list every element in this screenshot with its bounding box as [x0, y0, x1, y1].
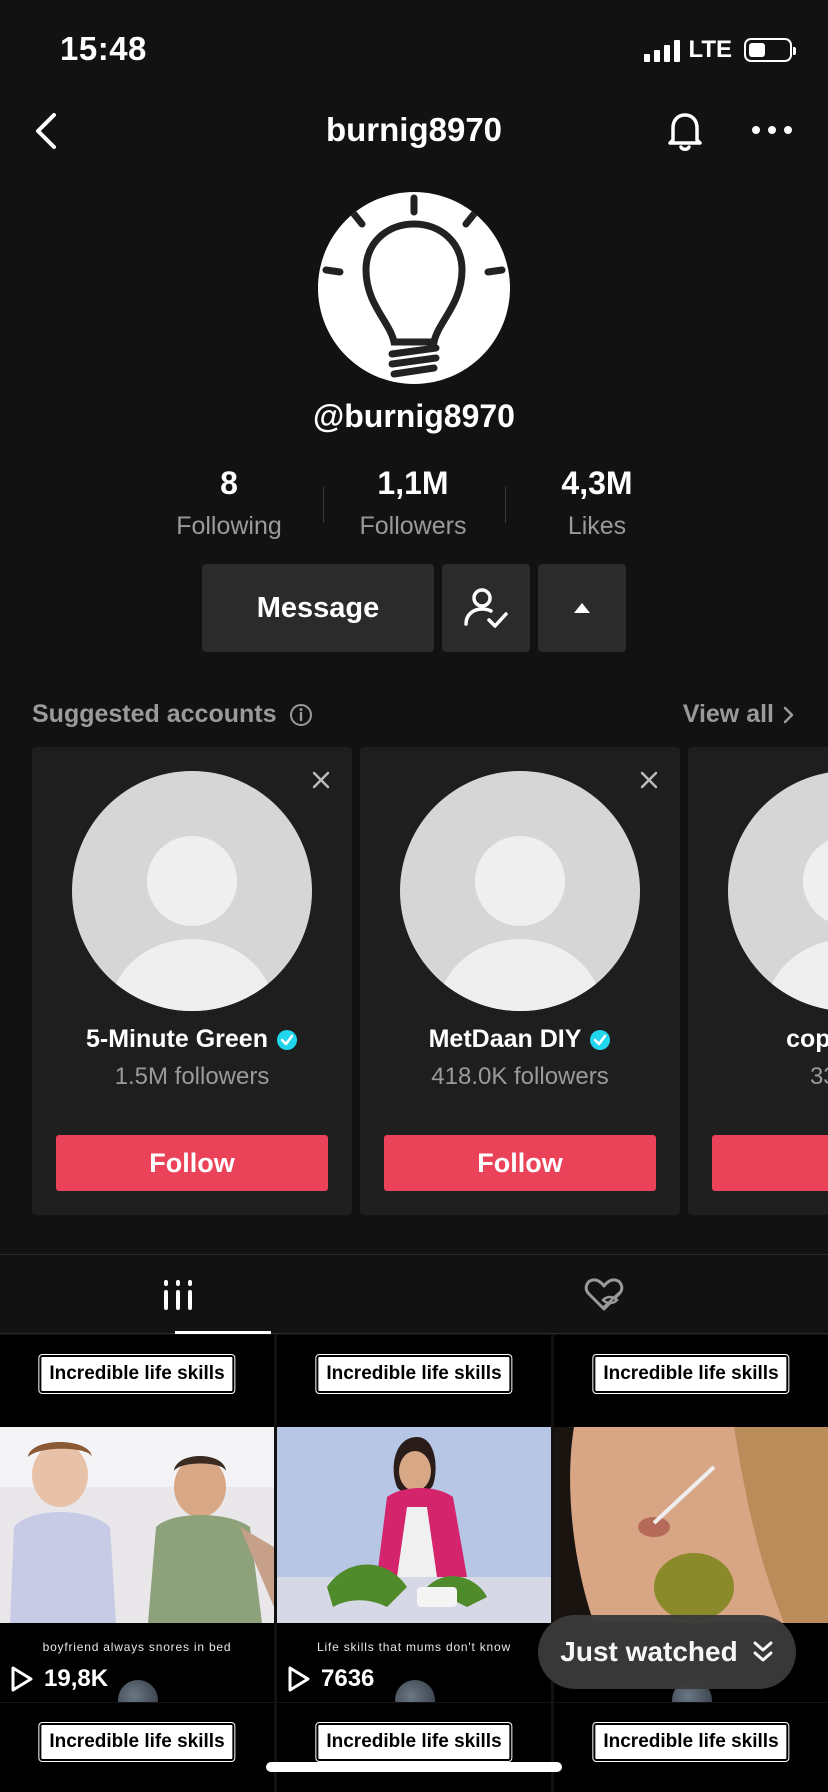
caret-up-icon: [574, 603, 590, 613]
status-indicators: LTE: [644, 36, 796, 64]
video-caption: boyfriend always snores in bed: [42, 1640, 232, 1654]
bell-icon[interactable]: [662, 107, 708, 153]
video-thumbnail[interactable]: Incredible life skills Life skills that …: [277, 1335, 551, 1702]
signal-icon: [644, 38, 681, 62]
profile-avatar[interactable]: [318, 192, 510, 384]
following-button[interactable]: [442, 564, 530, 652]
account-followers: 1.5M followers: [114, 1063, 270, 1090]
stat-label: Followers: [359, 512, 467, 540]
account-name-text: copy.💟.m: [786, 1025, 828, 1053]
double-chevron-down-icon: [753, 1641, 773, 1662]
video-thumbnail[interactable]: Incredible life skills: [554, 1703, 828, 1792]
default-avatar-icon: [438, 836, 602, 1011]
suggested-account-card[interactable]: MetDaan DIY 418.0K followers Follow: [360, 747, 680, 1215]
profile-actions: Message: [0, 564, 828, 652]
video-title-label: Incredible life skills: [38, 1354, 236, 1394]
avatar[interactable]: [400, 771, 640, 1011]
stat-value: 1,1M: [377, 465, 449, 501]
profile-header: burnig8970: [0, 95, 828, 167]
info-icon[interactable]: [289, 703, 313, 727]
battery-icon: [744, 38, 796, 62]
status-time: 15:48: [60, 30, 147, 67]
stat-likes[interactable]: 4,3M Likes: [512, 465, 682, 541]
video-title-label: Incredible life skills: [592, 1722, 790, 1762]
avatar[interactable]: [72, 771, 312, 1011]
account-name: copy.💟.m: [688, 1025, 828, 1054]
video-title-label: Incredible life skills: [315, 1722, 513, 1762]
video-preview-image: [554, 1427, 828, 1623]
chevron-right-icon: [783, 706, 794, 723]
suggested-toggle-button[interactable]: [538, 564, 626, 652]
stat-label: Likes: [567, 512, 627, 540]
video-title-label: Incredible life skills: [592, 1354, 790, 1394]
message-button[interactable]: Message: [202, 564, 434, 652]
tab-liked-private[interactable]: [514, 1255, 694, 1335]
stat-divider: [323, 487, 324, 523]
suggested-accounts-title: Suggested accounts: [32, 700, 313, 729]
play-icon: [288, 1666, 310, 1692]
account-name: 5-Minute Green: [32, 1025, 352, 1054]
default-avatar-icon: [766, 840, 828, 1011]
default-avatar-icon: [110, 836, 274, 1011]
video-thumbnail[interactable]: Incredible life skills: [277, 1703, 551, 1792]
suggested-account-card[interactable]: 5-Minute Green 1.5M followers Follow: [32, 747, 352, 1215]
more-options-icon[interactable]: [748, 107, 796, 153]
profile-handle: @burnig8970: [313, 398, 515, 434]
just-watched-button[interactable]: Just watched: [538, 1615, 796, 1689]
active-tab-indicator: [175, 1331, 271, 1334]
user-check-icon: [464, 588, 508, 628]
profile-tabs: [0, 1254, 828, 1334]
account-followers: 418.0K followers: [431, 1063, 609, 1090]
play-icon: [11, 1666, 33, 1692]
account-name: MetDaan DIY: [360, 1025, 680, 1054]
verified-badge-icon: [590, 1029, 611, 1050]
stat-value: 4,3M: [561, 465, 633, 501]
lightbulb-icon: [322, 194, 506, 378]
follow-button[interactable]: Fo: [712, 1135, 828, 1191]
video-title-label: Incredible life skills: [315, 1354, 513, 1394]
stat-label: Following: [176, 512, 282, 540]
video-preview-image: [0, 1427, 274, 1623]
dismiss-icon[interactable]: [310, 769, 332, 791]
video-thumbnail[interactable]: Incredible life skills: [0, 1703, 274, 1792]
avatar[interactable]: [728, 771, 828, 1011]
video-preview-image: [277, 1427, 551, 1623]
heart-hidden-icon: [584, 1278, 624, 1311]
account-name-text: 5-Minute Green: [86, 1025, 268, 1053]
view-all-link[interactable]: View all: [683, 700, 796, 729]
video-grid: Incredible life skills boyfriend always …: [0, 1335, 828, 1792]
suggested-accounts-header: Suggested accounts View all: [32, 700, 796, 732]
suggested-accounts-label: Suggested accounts: [32, 700, 277, 728]
dismiss-icon[interactable]: [638, 769, 660, 791]
stat-value: 8: [220, 465, 238, 501]
verified-badge-icon: [276, 1029, 297, 1050]
follow-button[interactable]: Follow: [56, 1135, 328, 1191]
stat-following[interactable]: 8 Following: [144, 465, 314, 541]
just-watched-label: Just watched: [560, 1636, 738, 1667]
account-followers: 330.9K: [809, 1063, 828, 1090]
stat-divider: [505, 487, 506, 523]
view-all-label: View all: [682, 700, 774, 728]
video-thumbnail[interactable]: Incredible life skills boyfriend always …: [0, 1335, 274, 1702]
stat-followers[interactable]: 1,1M Followers: [328, 465, 498, 541]
follow-button[interactable]: Follow: [384, 1135, 656, 1191]
video-views: 7636: [287, 1665, 374, 1693]
tab-videos[interactable]: [84, 1255, 272, 1335]
account-name-text: MetDaan DIY: [428, 1025, 582, 1053]
view-count: 19,8K: [44, 1665, 109, 1692]
network-type: LTE: [688, 36, 732, 63]
profile-stats: 8 Following 1,1M Followers 4,3M Likes: [0, 465, 828, 545]
grid-icon: [164, 1280, 192, 1310]
status-bar: 15:48 LTE: [0, 0, 828, 100]
globe-icon: [118, 1680, 158, 1702]
video-caption: Life skills that mums don't know: [317, 1640, 511, 1654]
home-indicator[interactable]: [266, 1762, 562, 1772]
view-count: 7636: [321, 1665, 375, 1692]
suggested-accounts-carousel[interactable]: 5-Minute Green 1.5M followers Follow Met…: [32, 747, 828, 1215]
globe-icon: [395, 1680, 435, 1702]
suggested-account-card[interactable]: copy.💟.m 330.9K Fo: [688, 747, 828, 1215]
video-title-label: Incredible life skills: [38, 1722, 236, 1762]
video-views: 19,8K: [10, 1665, 108, 1693]
